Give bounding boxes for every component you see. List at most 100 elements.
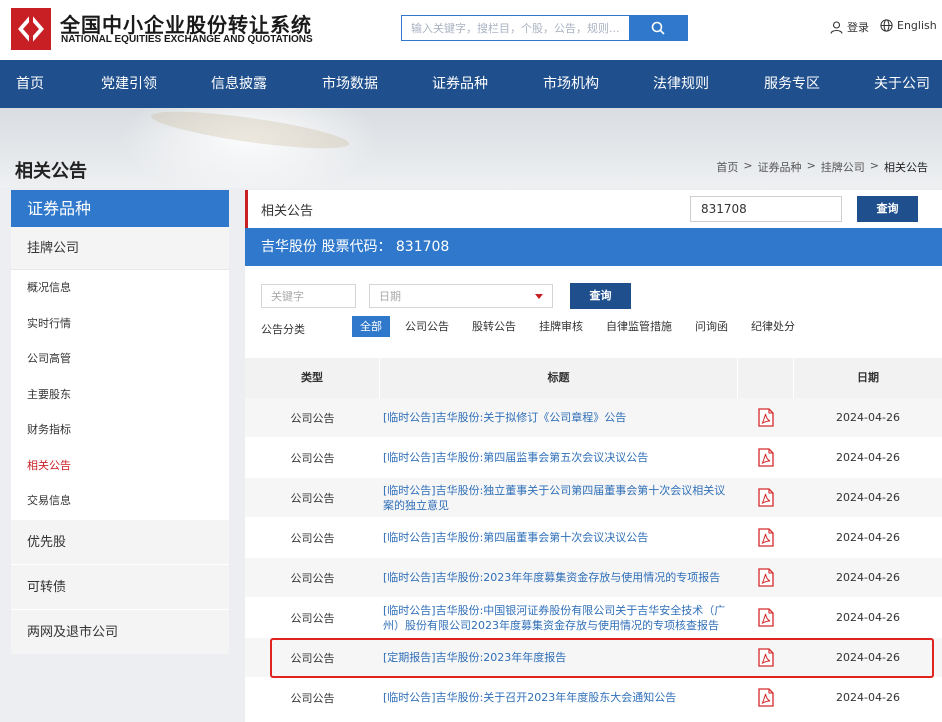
pdf-icon[interactable] [758,688,774,707]
sidebar-group-preferred[interactable]: 优先股 [11,518,229,564]
pdf-icon[interactable] [758,528,774,547]
row-title-link[interactable]: [临时公告]吉华股份:独立董事关于公司第四届董事会第十次会议相关议案的独立意见 [380,483,738,513]
category-self-regulation[interactable]: 自律监管措施 [598,316,680,337]
sidebar-item-trading[interactable]: 交易信息 [11,483,229,519]
brand-name-en: NATIONAL EQUITIES EXCHANGE AND QUOTATION… [61,34,313,45]
language-switch[interactable]: English [880,19,937,32]
row-title-link[interactable]: [临时公告]吉华股份:第四届董事会第十次会议决议公告 [380,530,738,545]
sidebar-item-financials[interactable]: 财务指标 [11,412,229,448]
row-title-link[interactable]: [定期报告]吉华股份:2023年年度报告 [380,650,738,665]
code-query-button[interactable]: 查询 [857,196,918,222]
column-type: 类型 [245,358,380,398]
table-row: 公司公告 [临时公告]吉华股份:2023年年度募集资金存放与使用情况的专项报告 … [245,558,942,598]
category-label: 公告分类 [261,323,305,336]
row-type: 公司公告 [290,411,335,425]
category-discipline[interactable]: 纪律处分 [743,316,803,337]
login-label: 登录 [847,21,869,34]
sidebar-item-executives[interactable]: 公司高管 [11,341,229,377]
category-neeq[interactable]: 股转公告 [464,316,524,337]
announcement-table: 类型 标题 日期 公司公告 [临时公告]吉华股份:关于拟修订《公司章程》公告 2… [245,358,942,718]
neeq-logo-icon[interactable] [11,8,51,50]
category-all[interactable]: 全部 [352,316,390,337]
row-type: 公司公告 [290,691,335,705]
date-input[interactable] [370,285,552,307]
keyword-input[interactable] [261,284,356,308]
pdf-icon[interactable] [758,488,774,507]
row-file [738,488,794,507]
pdf-icon[interactable] [758,648,774,667]
row-title-link[interactable]: [临时公告]吉华股份:2023年年度募集资金存放与使用情况的专项报告 [380,570,738,585]
sidebar-group-convertible[interactable]: 可转债 [11,563,229,609]
main-nav: 首页 党建引领 信息披露 市场数据 证券品种 市场机构 法律规则 服务专区 关于… [0,60,942,108]
row-date: 2024-04-26 [836,491,900,504]
column-date: 日期 [857,371,879,384]
nav-services[interactable]: 服务专区 [764,60,820,108]
row-type: 公司公告 [290,491,335,505]
category-tabs: 全部 公司公告 股转公告 挂牌审核 自律监管措施 问询函 纪律处分 [352,316,810,337]
pdf-icon[interactable] [758,568,774,587]
nav-about[interactable]: 关于公司 [874,60,930,108]
breadcrumb-separator: > [806,159,816,172]
row-title-link[interactable]: [临时公告]吉华股份:关于拟修订《公司章程》公告 [380,410,738,425]
breadcrumb-separator: > [869,159,879,172]
row-date: 2024-04-26 [836,571,900,584]
breadcrumb-listed[interactable]: 挂牌公司 [821,159,865,175]
breadcrumb-home[interactable]: 首页 [716,159,738,175]
table-row: 公司公告 [临时公告]吉华股份:第四届监事会第五次会议决议公告 2024-04-… [245,438,942,478]
filter-query-button[interactable]: 查询 [570,283,631,309]
row-title-link[interactable]: [临时公告]吉华股份:中国银河证券股份有限公司关于吉华安全技术（广州）股份有限公… [380,603,738,633]
column-title: 标题 [380,358,738,398]
nav-home[interactable]: 首页 [16,60,44,108]
date-picker[interactable] [369,284,553,308]
stock-code-input[interactable] [690,196,842,222]
stock-info-bar: 吉华股份 股票代码： 831708 [245,228,942,266]
pdf-icon[interactable] [758,448,774,467]
search-button[interactable] [629,16,687,40]
row-file [738,568,794,587]
row-date: 2024-04-26 [836,411,900,424]
column-file [738,358,794,398]
login-link[interactable]: 登录 [830,19,869,35]
sidebar-group-delisted[interactable]: 两网及退市公司 [11,608,229,654]
nav-rules[interactable]: 法律规则 [653,60,709,108]
sidebar-item-shareholders[interactable]: 主要股东 [11,377,229,413]
category-listing-review[interactable]: 挂牌审核 [531,316,591,337]
search-input[interactable] [402,16,629,40]
table-body: 公司公告 [临时公告]吉华股份:关于拟修订《公司章程》公告 2024-04-26… [245,398,942,718]
row-date: 2024-04-26 [836,691,900,704]
sidebar-item-quotes[interactable]: 实时行情 [11,306,229,342]
table-row: 公司公告 [临时公告]吉华股份:独立董事关于公司第四届董事会第十次会议相关议案的… [245,478,942,518]
row-type: 公司公告 [290,571,335,585]
nav-market-data[interactable]: 市场数据 [322,60,378,108]
row-type: 公司公告 [290,651,335,665]
nav-party-building[interactable]: 党建引领 [101,60,157,108]
language-label: English [897,19,937,32]
category-inquiry[interactable]: 问询函 [687,316,736,337]
row-file [738,688,794,707]
table-row: 公司公告 [临时公告]吉华股份:关于拟修订《公司章程》公告 2024-04-26 [245,398,942,438]
sidebar-group-listed[interactable]: 挂牌公司 [11,227,229,270]
breadcrumb-securities[interactable]: 证券品种 [758,159,802,175]
row-date: 2024-04-26 [836,451,900,464]
row-file [738,648,794,667]
row-file [738,608,794,627]
site-search [401,15,688,41]
nav-disclosure[interactable]: 信息披露 [211,60,267,108]
pdf-icon[interactable] [758,408,774,427]
row-type: 公司公告 [290,611,335,625]
sidebar: 证券品种 挂牌公司 概况信息 实时行情 公司高管 主要股东 财务指标 相关公告 … [11,190,229,654]
row-file [738,448,794,467]
globe-icon [880,19,893,32]
row-date: 2024-04-26 [836,531,900,544]
nav-securities[interactable]: 证券品种 [432,60,488,108]
sidebar-item-overview[interactable]: 概况信息 [11,270,229,306]
breadcrumb-current: 相关公告 [884,161,928,174]
sidebar-item-announcements[interactable]: 相关公告 [11,448,229,484]
nav-institutions[interactable]: 市场机构 [543,60,599,108]
row-title-link[interactable]: [临时公告]吉华股份:关于召开2023年年度股东大会通知公告 [380,690,738,705]
breadcrumb-separator: > [743,159,753,172]
pdf-icon[interactable] [758,608,774,627]
row-type: 公司公告 [290,451,335,465]
row-title-link[interactable]: [临时公告]吉华股份:第四届监事会第五次会议决议公告 [380,450,738,465]
category-company[interactable]: 公司公告 [397,316,457,337]
